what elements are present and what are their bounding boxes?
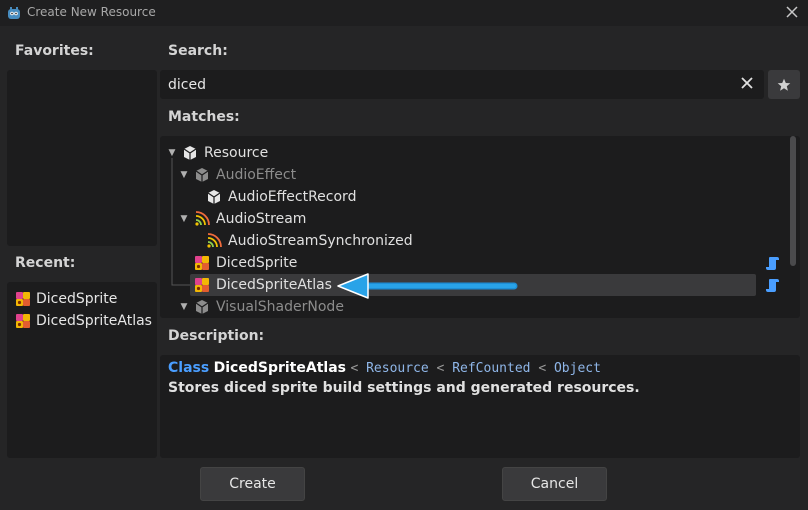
tree-item-dicedsprite[interactable]: DicedSprite — [160, 252, 760, 274]
annotation-arrow — [337, 273, 518, 299]
close-icon — [786, 6, 798, 18]
matches-scrollbar[interactable] — [790, 136, 796, 266]
recent-item-label: DicedSprite — [36, 291, 118, 307]
recent-item-diced-sprite[interactable]: DicedSprite — [7, 288, 157, 310]
recent-item-label: DicedSpriteAtlas — [36, 313, 152, 329]
inherits-link-refcounted[interactable]: RefCounted — [452, 361, 530, 376]
class-signature: Class DicedSpriteAtlas < Resource < RefC… — [168, 360, 601, 376]
inherits-link-object[interactable]: Object — [554, 361, 601, 376]
window-title: Create New Resource — [27, 5, 156, 19]
tree-item-audioeffect[interactable]: ▼ AudioEffect — [160, 164, 760, 186]
description-heading: Description: — [168, 328, 265, 344]
cube-icon — [195, 300, 209, 314]
create-button[interactable]: Create — [200, 467, 305, 501]
search-input[interactable] — [160, 70, 730, 99]
favorites-list[interactable] — [7, 70, 157, 246]
chevron-down-icon[interactable]: ▼ — [178, 301, 190, 313]
clear-search-button[interactable] — [738, 75, 756, 93]
tree-item-audiostream[interactable]: ▼ AudioStream — [160, 208, 760, 230]
tree-item-resource[interactable]: ▼ Resource — [160, 142, 760, 164]
diced-sprite-icon — [16, 292, 30, 306]
recent-heading: Recent: — [15, 255, 76, 271]
diced-sprite-icon — [16, 314, 30, 328]
tree-item-label: AudioEffect — [216, 167, 297, 183]
description-text: Stores diced sprite build settings and g… — [168, 380, 640, 396]
search-field — [160, 70, 764, 99]
script-icon[interactable] — [766, 255, 780, 271]
search-heading: Search: — [168, 43, 228, 59]
class-keyword: Class — [168, 360, 210, 376]
godot-logo-icon — [8, 7, 20, 19]
script-icon[interactable] — [766, 277, 780, 293]
tree-item-label: AudioEffectRecord — [228, 189, 357, 205]
close-icon — [741, 77, 753, 89]
tree-item-label: VisualShaderNode — [216, 299, 344, 315]
tree-item-label: AudioStreamSynchronized — [228, 233, 413, 249]
tree-item-label: AudioStream — [216, 211, 307, 227]
description-panel: Class DicedSpriteAtlas < Resource < RefC… — [160, 355, 800, 458]
inherits-link-resource[interactable]: Resource — [366, 361, 429, 376]
class-name[interactable]: DicedSpriteAtlas — [214, 360, 346, 376]
matches-heading: Matches: — [168, 109, 240, 125]
cancel-button[interactable]: Cancel — [502, 467, 607, 501]
tree-item-label: DicedSpriteAtlas — [216, 277, 332, 293]
recent-item-diced-sprite-atlas[interactable]: DicedSpriteAtlas — [7, 310, 157, 332]
add-favorite-button[interactable] — [768, 70, 800, 99]
tree-item-audioeffectrecord[interactable]: AudioEffectRecord — [160, 186, 760, 208]
tree-guide-lines — [171, 158, 190, 286]
tree-item-label: DicedSprite — [216, 255, 298, 271]
star-icon — [777, 78, 791, 91]
title-bar: Create New Resource — [0, 0, 808, 26]
favorites-heading: Favorites: — [15, 43, 94, 59]
tree-item-audiostreamsynchronized[interactable]: AudioStreamSynchronized — [160, 230, 760, 252]
recent-list[interactable]: DicedSprite DicedSpriteAtlas — [7, 282, 157, 458]
close-button[interactable] — [782, 3, 802, 23]
